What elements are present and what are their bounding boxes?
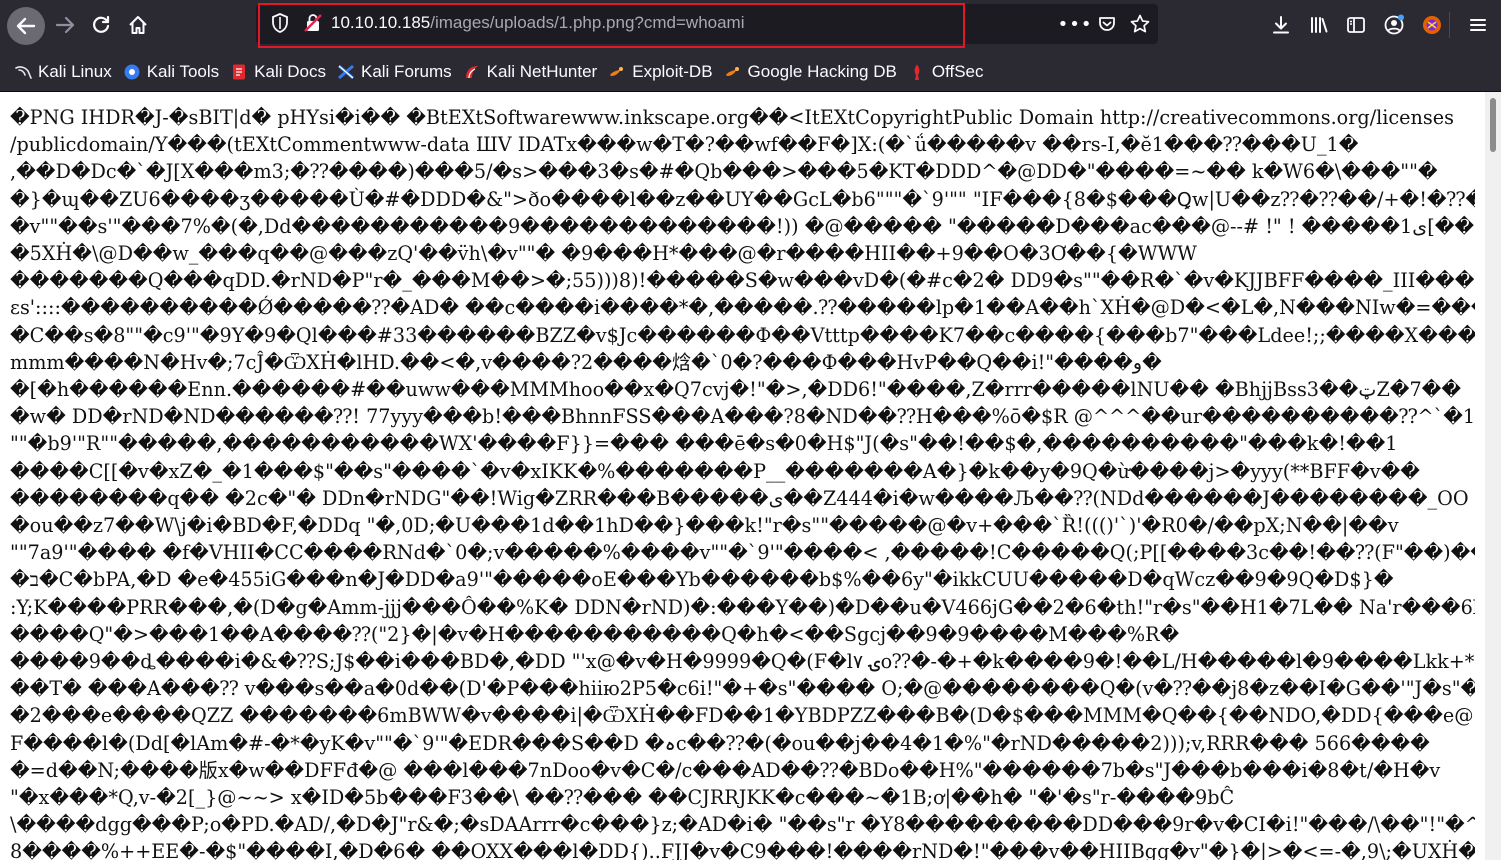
- bookmark-label: Kali Forums: [360, 61, 452, 81]
- toolbar-separator: [1449, 12, 1450, 38]
- content-line: �w� DD�rND�ND������⁇! 77yyy���b!���BhnnF…: [10, 405, 1475, 429]
- bookmark-kali-linux[interactable]: Kali Linux: [14, 62, 112, 82]
- url-text[interactable]: 10.10.10.185/images/uploads/1.php.png?cm…: [331, 13, 745, 33]
- content-line: ��T� ���A���⁇ v���s��a�0d��(D'�P���hiiю2…: [10, 677, 1475, 701]
- bookmark-google-hacking-db[interactable]: Google Hacking DB: [724, 62, 897, 82]
- content-line: ,��D�Dc�`�J[X���m3;�⁇����)���5/�s>���3�s…: [10, 160, 1438, 184]
- content-line: ����Q"�>���1��A����⁇("2}�|�v�H����������…: [10, 622, 1180, 646]
- bookmarks-toolbar: Kali Linux Kali Tools Kali Docs Kali For…: [0, 52, 1501, 92]
- content-line: 8����%++EE�-�$"����I,�D�6� ��OXX���l�DD{…: [10, 840, 1475, 860]
- offsec-icon: [908, 63, 926, 81]
- content-line: �5XḢ�\@D��w_���q��@���zQ'��v̈h\�v""� �9�…: [10, 242, 1197, 266]
- exploit-db-icon: [608, 63, 626, 81]
- raw-binary-text: �PNG IHDR�J-�sBIT|d� pHYsi�i�� �BtEXtSof…: [0, 92, 1485, 860]
- bookmark-label: Kali Docs: [254, 61, 326, 81]
- content-line: ""�b9'"R""�����,�����������WX'����F}}=��…: [10, 432, 1398, 456]
- content-line: �=d��N;����版x�w��DFFđ�@ ���l���7nDoo�v�C…: [10, 758, 1441, 782]
- bookmark-label: Kali Tools: [146, 61, 220, 81]
- content-line: �������Q���qDD.�rND�P"r�_���M��>�;55)))8…: [10, 269, 1475, 293]
- pocket-icon[interactable]: [1094, 11, 1120, 37]
- content-line: \����dgg���P;o�PD.�AD/,�D�J"r&�;�sDAArrr…: [10, 813, 1475, 837]
- bookmark-label: Kali NetHunter: [486, 61, 598, 81]
- ghdb-icon: [724, 63, 742, 81]
- bookmark-kali-tools[interactable]: Kali Tools: [123, 62, 219, 82]
- page-content: �PNG IHDR�J-�sBIT|d� pHYsi�i�� �BtEXtSof…: [0, 92, 1485, 860]
- kali-docs-icon: [230, 63, 248, 81]
- bookmark-label: Kali Linux: [38, 61, 112, 81]
- content-line: �v""��s'"���7%�(�,Dd�����������9��������…: [10, 214, 1475, 238]
- content-line: ɛs'::::����������Ǿ�����⁇�AD� ��c����i���…: [10, 296, 1475, 320]
- browser-toolbar: 10.10.10.185/images/uploads/1.php.png?cm…: [0, 0, 1501, 52]
- scrollbar-thumb[interactable]: [1490, 98, 1496, 152]
- content-line: F����l�(Dd[�lAm�#-�*�yK�v""�`9'"�EDR���S…: [10, 731, 1430, 755]
- bookmark-kali-nethunter[interactable]: Kali NetHunter: [463, 61, 598, 82]
- content-line: �oս��z7��W\j�i�BD�F,�DDq "�,0D;�U���1d��…: [10, 514, 1399, 538]
- forward-button[interactable]: [48, 8, 82, 42]
- content-line: /publicdomain/Y���(tEXtCommentwww-data Ш…: [10, 133, 1359, 157]
- reload-icon: [93, 15, 110, 33]
- tracking-shield-icon[interactable]: [270, 12, 290, 34]
- content-line: �ב�C�bPA,�D �e�455iG���n�J�DD�a9'"�����o…: [10, 568, 1394, 592]
- reload-button[interactable]: [84, 8, 118, 42]
- extension-icon[interactable]: [1418, 11, 1446, 39]
- home-icon: [129, 16, 147, 34]
- back-button[interactable]: [7, 7, 45, 45]
- content-line: ��������q�� �2c�"� DDn�rNDG"��!Wig�ZRR��…: [10, 486, 1469, 510]
- hamburger-menu-icon[interactable]: [1464, 11, 1492, 39]
- content-line: ����9��ȡ����i�&�⁇S;J$��i���BD�,�DD "'x@�…: [10, 650, 1475, 674]
- bookmark-exploit-db[interactable]: Exploit-DB: [608, 61, 713, 82]
- library-icon[interactable]: [1305, 11, 1333, 39]
- downloads-icon[interactable]: [1267, 11, 1295, 39]
- content-line: �[�h������Enn.������#��uww���MMMhoo��x�Q…: [10, 378, 1462, 402]
- content-line: "�x���*Q,v-�2[_}@~~> x�ID�5b���F3��\ ��⁇…: [10, 786, 1235, 810]
- home-button[interactable]: [121, 8, 155, 42]
- content-line: �}�պ��ZU6����ʒ�����Ù�#�DDD�&">ðo����l��z…: [10, 187, 1475, 211]
- arrow-left-icon: [16, 17, 36, 35]
- bookmark-label: Exploit-DB: [632, 61, 713, 81]
- bookmark-offsec[interactable]: OffSec: [908, 62, 984, 82]
- url-host: 10.10.10.185: [331, 13, 431, 32]
- bookmark-kali-docs[interactable]: Kali Docs: [230, 62, 326, 82]
- content-line: ����C[[�v�xZ�_�1���$"��s"����`�v�xIKK�%�…: [10, 459, 1420, 483]
- vertical-scrollbar[interactable]: [1485, 92, 1501, 860]
- kali-tools-icon: [123, 63, 141, 81]
- content-line: �C��s�8""�c9'"�9Y�9�Ql���#33������BZZ�v$…: [10, 323, 1475, 347]
- content-line: mmm����N�Hv�;7cĴ�ѾXḢ�lHD.��<�,v����?2���…: [10, 350, 1162, 374]
- nethunter-icon: [463, 63, 481, 81]
- bookmark-label: OffSec: [931, 61, 984, 81]
- kali-forums-icon: [337, 63, 355, 81]
- content-line: �2���e����QZZ �������6mBWW�v����i|�ѾXḢ��…: [10, 704, 1475, 728]
- kali-dragon-icon: [14, 63, 32, 81]
- account-icon[interactable]: [1380, 11, 1408, 39]
- content-line: �PNG IHDR�J-�sBIT|d� pHYsi�i�� �BtEXtSof…: [10, 106, 1454, 129]
- page-actions-icon[interactable]: •••: [1058, 11, 1092, 37]
- bookmark-star-icon[interactable]: [1127, 11, 1153, 37]
- arrow-right-icon: [55, 16, 75, 34]
- sidebar-icon[interactable]: [1342, 11, 1370, 39]
- content-line: ""7a9'"���� �f�VHII�CC����RNd�`0�;v�����…: [10, 541, 1475, 565]
- bookmark-label: Google Hacking DB: [747, 61, 897, 81]
- url-path: /images/uploads/1.php.png?cmd=whoami: [430, 13, 745, 32]
- insecure-lock-icon[interactable]: [303, 12, 323, 34]
- bookmark-kali-forums[interactable]: Kali Forums: [337, 62, 452, 82]
- content-line: :Y;K����PRR���,�(D�g�Amm-jjj���Ô��%K� DD…: [10, 595, 1475, 619]
